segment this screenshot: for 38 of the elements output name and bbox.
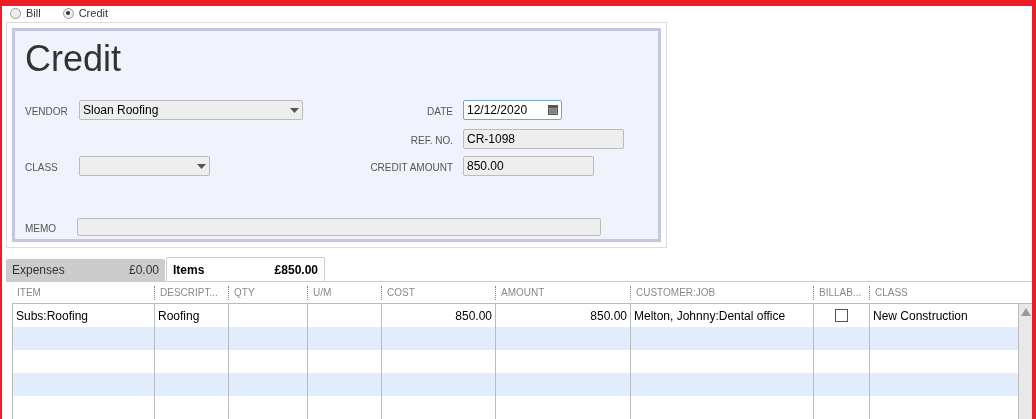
table-cell-text: New Construction [873, 307, 968, 325]
scrollbar[interactable] [1019, 303, 1032, 419]
table-cell-text: Melton, Johnny:Dental office [634, 307, 786, 325]
tab[interactable]: Items £850.00 [166, 257, 325, 281]
date-field[interactable]: 12/12/2020 [463, 100, 562, 120]
table-cell-text: Roofing [158, 307, 200, 325]
column-header: DESCRIPT... [160, 286, 218, 300]
column-header: AMOUNT [501, 286, 545, 300]
calendar-icon[interactable] [548, 105, 558, 115]
column-header: CUSTOMER:JOB [636, 286, 716, 300]
field-label: CREDIT AMOUNT [370, 162, 453, 173]
field-label: MEMO [25, 223, 57, 234]
field-label: DATE [427, 106, 453, 117]
billable-checkbox[interactable] [835, 309, 848, 322]
caret-icon [290, 107, 299, 113]
column-header: U/M [313, 286, 332, 300]
scroll-up-icon[interactable] [1020, 308, 1031, 316]
column-header: BILLAB... [819, 286, 862, 300]
radio-button[interactable]: Credit [62, 7, 108, 19]
field-label: CLASS [25, 162, 58, 173]
class-dropdown[interactable] [79, 156, 210, 176]
tab[interactable]: Expenses £0.00 [6, 259, 165, 281]
vendor-dropdown[interactable]: Sloan Roofing [79, 100, 303, 120]
credit-amount-field[interactable]: 850.00 [463, 156, 594, 176]
column-header: CLASS [875, 286, 908, 300]
column-header: QTY [234, 286, 255, 300]
memo-field[interactable] [77, 218, 601, 236]
caret-icon [197, 163, 206, 169]
radio-button[interactable]: Bill [10, 7, 41, 19]
table-cell-text: 850.00 [455, 307, 492, 325]
column-header: ITEM [17, 286, 41, 300]
field-label: VENDOR [25, 106, 68, 117]
column-header: COST [387, 286, 415, 300]
form-title: Credit [25, 41, 123, 81]
table-cell-text: Subs:Roofing [16, 307, 89, 325]
ref-no-field[interactable]: CR-1098 [463, 129, 624, 149]
table-cell-text: 850.00 [590, 307, 627, 325]
field-label: REF. NO. [410, 135, 453, 146]
